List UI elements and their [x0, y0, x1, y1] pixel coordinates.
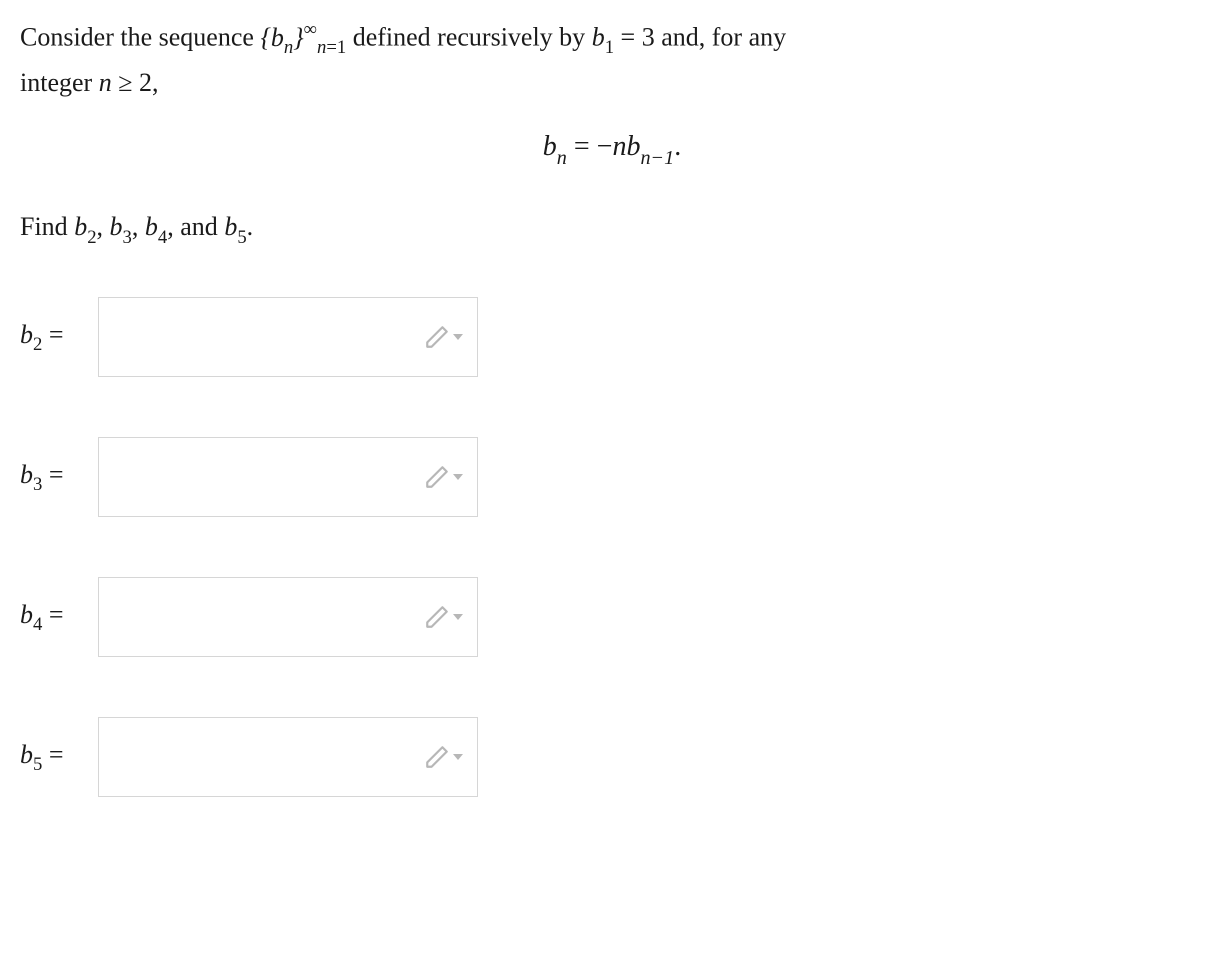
- pencil-icon: [424, 744, 450, 770]
- text: and, for any: [655, 23, 786, 52]
- neg: −: [597, 131, 613, 162]
- find-instruction: Find b2, b3, b4, and b5.: [20, 206, 1204, 251]
- b1-equals: = 3: [614, 23, 655, 52]
- pencil-icon: [424, 604, 450, 630]
- answer-label: b3 =: [20, 460, 98, 495]
- b4-input[interactable]: [98, 577, 478, 657]
- rhs-b: b: [626, 131, 640, 162]
- caret-down-icon: [452, 611, 464, 623]
- sub-n1: n=1: [317, 37, 346, 58]
- answer-label: b4 =: [20, 600, 98, 635]
- lhs-b: b: [543, 131, 557, 162]
- pencil-icon: [424, 324, 450, 350]
- equation-editor-button[interactable]: [424, 464, 464, 490]
- b1: b: [592, 23, 605, 52]
- sequence-notation: {bn}: [260, 23, 303, 52]
- n-var: n: [99, 68, 112, 97]
- recursive-formula: bn = −nbn−1.: [20, 131, 1204, 168]
- period: .: [674, 131, 681, 162]
- lhs-sub: n: [557, 147, 567, 169]
- answer-row-b3: b3 =: [20, 437, 1204, 517]
- b5-input[interactable]: [98, 717, 478, 797]
- rhs-sub: n−1: [640, 147, 674, 169]
- b2-input[interactable]: [98, 297, 478, 377]
- equals: =: [567, 131, 597, 162]
- text: Find: [20, 212, 74, 241]
- text: .: [247, 212, 254, 241]
- equation-editor-button[interactable]: [424, 604, 464, 630]
- text: Consider the sequence: [20, 23, 260, 52]
- answer-label: b2 =: [20, 320, 98, 355]
- problem-statement: Consider the sequence {bn}∞n=1 defined r…: [20, 16, 1204, 103]
- answer-row-b4: b4 =: [20, 577, 1204, 657]
- sup-infinity: ∞: [304, 19, 317, 40]
- answer-row-b2: b2 =: [20, 297, 1204, 377]
- answer-label: b5 =: [20, 740, 98, 775]
- rhs-n: n: [612, 131, 626, 162]
- equation-editor-button[interactable]: [424, 324, 464, 350]
- ge2: ≥ 2,: [112, 68, 159, 97]
- answer-row-b5: b5 =: [20, 717, 1204, 797]
- pencil-icon: [424, 464, 450, 490]
- b1-sub: 1: [605, 37, 614, 58]
- caret-down-icon: [452, 471, 464, 483]
- text: integer: [20, 68, 99, 97]
- b3-input[interactable]: [98, 437, 478, 517]
- caret-down-icon: [452, 331, 464, 343]
- answer-section: b2 = b3 = b4 =: [20, 297, 1204, 797]
- text: defined recursively by: [346, 23, 591, 52]
- equation-editor-button[interactable]: [424, 744, 464, 770]
- caret-down-icon: [452, 751, 464, 763]
